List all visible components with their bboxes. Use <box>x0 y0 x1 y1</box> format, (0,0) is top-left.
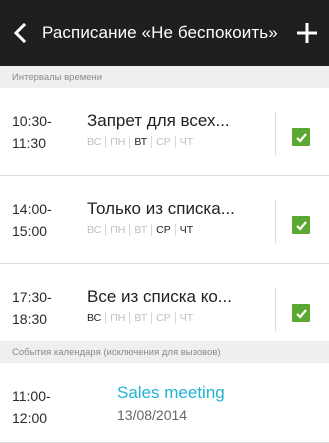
rule-name: Только из списка... <box>87 199 235 218</box>
day-label: ВС <box>87 312 107 324</box>
rule-name: Все из списка ко... <box>87 287 232 306</box>
event-time: 11:00- 12:00 <box>12 385 51 429</box>
rule-days: ВС ПН ВТ СР ЧТ <box>87 224 197 236</box>
rule-enabled-checkbox[interactable] <box>292 128 310 146</box>
plus-icon <box>297 23 317 43</box>
day-label: СР <box>152 224 176 236</box>
rule-time: 17:30- 18:30 <box>12 286 52 330</box>
event-title: Sales meeting <box>117 383 225 402</box>
page-title: Расписание «Не беспокоить» <box>42 23 278 42</box>
back-button[interactable] <box>0 0 40 66</box>
event-date: 13/08/2014 <box>117 407 188 423</box>
rule-end-time: 18:30 <box>12 311 48 327</box>
day-label: ВТ <box>130 312 153 324</box>
day-label: ПН <box>106 136 131 148</box>
rule-end-time: 15:00 <box>12 223 48 239</box>
rule-time: 14:00- 15:00 <box>12 198 52 242</box>
day-label: ЧТ <box>179 224 194 236</box>
rule-row[interactable]: 14:00- 15:00 Только из списка... ВС ПН ВТ СР ЧТ <box>0 176 329 264</box>
rule-name: Запрет для всех... <box>87 111 230 130</box>
day-label: ЧТ <box>179 136 194 148</box>
rule-row[interactable]: 10:30- 11:30 Запрет для всех... ВС ПН ВТ СР ЧТ <box>0 88 329 176</box>
rule-days: ВС ПН ВТ СР ЧТ <box>87 136 197 148</box>
day-label: ПН <box>106 224 131 236</box>
day-label: ЧТ <box>179 312 194 324</box>
checkmark-icon <box>295 220 307 231</box>
checkmark-icon <box>295 308 307 319</box>
row-divider <box>275 288 276 332</box>
section-header-calendar: События календаря (исключения для вызово… <box>0 341 329 363</box>
rule-start-time: 10:30- <box>12 113 52 129</box>
chevron-left-icon <box>13 23 27 43</box>
day-label: ВТ <box>130 224 153 236</box>
day-label: ВС <box>87 136 107 148</box>
rule-start-time: 17:30- <box>12 289 52 305</box>
rule-row[interactable]: 17:30- 18:30 Все из списка ко... ВС ПН ВТ СР ЧТ <box>0 264 329 352</box>
event-end-time: 12:00 <box>12 410 48 426</box>
event-start-time: 11:00- <box>12 388 51 404</box>
rule-enabled-checkbox[interactable] <box>292 304 310 322</box>
checkmark-icon <box>295 132 307 143</box>
top-bar: Расписание «Не беспокоить» <box>0 0 329 66</box>
row-divider <box>275 112 276 156</box>
section-header-intervals: Интервалы времени <box>0 66 329 88</box>
rule-end-time: 11:30 <box>12 135 46 151</box>
day-label: СР <box>152 136 176 148</box>
rule-start-time: 14:00- <box>12 201 52 217</box>
day-label: СР <box>152 312 176 324</box>
day-label: ВТ <box>130 136 153 148</box>
rule-days: ВС ПН ВТ СР ЧТ <box>87 312 197 324</box>
rule-enabled-checkbox[interactable] <box>292 216 310 234</box>
day-label: ВС <box>87 224 107 236</box>
add-button[interactable] <box>285 0 329 66</box>
calendar-event-row[interactable]: 11:00- 12:00 Sales meeting 13/08/2014 <box>0 363 329 443</box>
day-label: ПН <box>106 312 131 324</box>
rule-time: 10:30- 11:30 <box>12 110 52 154</box>
row-divider <box>275 200 276 244</box>
